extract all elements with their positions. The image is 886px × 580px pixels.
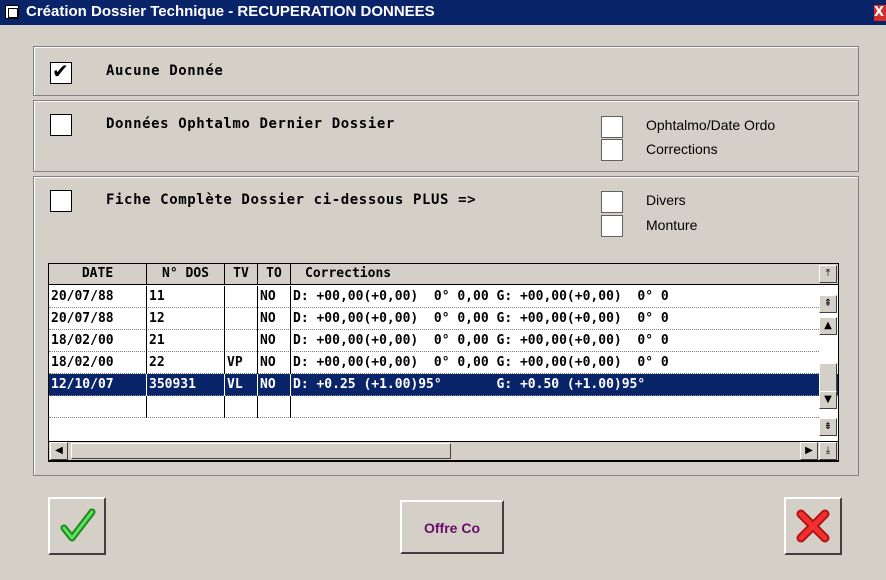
header-corrections[interactable]: Corrections	[291, 264, 838, 284]
monture-label: Monture	[646, 217, 698, 233]
cell-tv	[225, 330, 258, 352]
cell-to: NO	[258, 330, 291, 352]
scroll-up-button[interactable]: ▲	[819, 317, 837, 335]
scroll-bottom-button[interactable]: ⤓	[819, 442, 837, 460]
monture-checkbox[interactable]	[601, 215, 623, 237]
scroll-page-down-button[interactable]: ⇟	[819, 418, 837, 436]
scroll-left-button[interactable]: ◀	[50, 442, 68, 460]
horizontal-scrollbar[interactable]: ◀ ▶ ⤓	[48, 441, 839, 461]
cell-dos	[147, 396, 225, 418]
aucune-checkbox[interactable]: ✔	[50, 59, 72, 84]
aucune-label: Aucune Donnée	[106, 63, 224, 79]
cell-dos: 21	[147, 330, 225, 352]
cell-to: NO	[258, 374, 291, 396]
corrections-label: Corrections	[646, 141, 718, 157]
cell-tv: VP	[225, 352, 258, 374]
divers-label: Divers	[646, 192, 686, 208]
scroll-page-up-button[interactable]: ⇞	[819, 295, 837, 313]
panel-aucune: ✔ Aucune Donnée	[33, 46, 859, 96]
ophtalmo-dernier-label: Données Ophtalmo Dernier Dossier	[106, 116, 395, 132]
cell-date: 12/10/07	[49, 374, 147, 396]
cell-to: NO	[258, 286, 291, 308]
header-dos[interactable]: N° DOS	[147, 264, 225, 284]
cell-tv	[225, 308, 258, 330]
scroll-right-button[interactable]: ▶	[800, 442, 818, 460]
fiche-complete-checkbox[interactable]	[50, 190, 72, 212]
header-tv[interactable]: TV	[225, 264, 258, 284]
cell-dos: 11	[147, 286, 225, 308]
cell-to: NO	[258, 352, 291, 374]
cell-dos: 22	[147, 352, 225, 374]
window-menu-icon[interactable]	[5, 5, 19, 19]
ophtalmo-date-ordo-checkbox[interactable]	[601, 116, 623, 138]
cell-dos: 350931	[147, 374, 225, 396]
offre-co-label: Offre Co	[424, 520, 480, 536]
cell-date: 20/07/88	[49, 286, 147, 308]
cell-corrections: D: +00,00(+0,00) 0° 0,00 G: +00,00(+0,00…	[293, 289, 669, 304]
cell-dos: 12	[147, 308, 225, 330]
offre-co-button[interactable]: Offre Co	[400, 500, 504, 554]
dossier-table: DATE N° DOS TV TO Corrections 20/07/88 1…	[48, 263, 839, 462]
cell-date: 18/02/00	[49, 330, 147, 352]
cell-corrections	[291, 396, 819, 418]
scroll-thumb[interactable]	[819, 363, 837, 393]
cell-tv: VL	[225, 374, 258, 396]
checkmark-icon: ✔	[52, 59, 69, 83]
cell-corrections: D: +00,00(+0,00) 0° 0,00 G: +00,00(+0,00…	[293, 333, 669, 348]
table-row[interactable]: 18/02/00 21 NO D: +00,00(+0,00) 0° 0,00 …	[49, 330, 819, 352]
corrections-checkbox[interactable]	[601, 139, 623, 161]
table-row[interactable]: 20/07/88 12 NO D: +00,00(+0,00) 0° 0,00 …	[49, 308, 819, 330]
header-date[interactable]: DATE	[49, 264, 147, 284]
ok-button[interactable]	[48, 497, 106, 555]
divers-checkbox[interactable]	[601, 191, 623, 213]
cancel-button[interactable]	[784, 497, 842, 555]
cross-icon	[796, 509, 830, 543]
cell-corrections: D: +0.25 (+1.00)95° G: +0.50 (+1.00)95°	[293, 377, 646, 392]
cell-corrections: D: +00,00(+0,00) 0° 0,00 G: +00,00(+0,00…	[293, 311, 669, 326]
title-bar: Création Dossier Technique - RECUPERATIO…	[0, 0, 886, 25]
close-window-button[interactable]: X	[874, 5, 886, 21]
panel-ophtalmo: Données Ophtalmo Dernier Dossier Ophtalm…	[33, 100, 859, 172]
scroll-top-button[interactable]: ⤒	[819, 265, 837, 283]
ophtalmo-dernier-checkbox[interactable]	[50, 114, 72, 136]
table-row-selected[interactable]: 12/10/07 350931 VL NO D: +0.25 (+1.00)95…	[49, 374, 838, 396]
ophtalmo-date-ordo-label: Ophtalmo/Date Ordo	[646, 117, 776, 133]
cell-date: 18/02/00	[49, 352, 147, 374]
cell-corrections: D: +00,00(+0,00) 0° 0,00 G: +00,00(+0,00…	[293, 355, 669, 370]
window-title: Création Dossier Technique - RECUPERATIO…	[26, 3, 435, 20]
checkmark-icon	[60, 508, 96, 542]
cell-tv	[225, 396, 258, 418]
horizontal-scroll-thumb[interactable]	[71, 443, 451, 459]
cell-date	[49, 396, 147, 418]
table-row[interactable]: 18/02/00 22 VP NO D: +00,00(+0,00) 0° 0,…	[49, 352, 819, 374]
cell-to: NO	[258, 308, 291, 330]
table-row[interactable]	[49, 396, 819, 418]
table-row[interactable]: 20/07/88 11 NO D: +00,00(+0,00) 0° 0,00 …	[49, 286, 819, 308]
table-header: DATE N° DOS TV TO Corrections	[49, 264, 838, 285]
cell-tv	[225, 286, 258, 308]
fiche-complete-label: Fiche Complète Dossier ci-dessous PLUS =…	[106, 192, 477, 208]
cell-to	[258, 396, 291, 418]
header-to[interactable]: TO	[258, 264, 291, 284]
scroll-down-button[interactable]: ▼	[819, 391, 837, 409]
cell-date: 20/07/88	[49, 308, 147, 330]
